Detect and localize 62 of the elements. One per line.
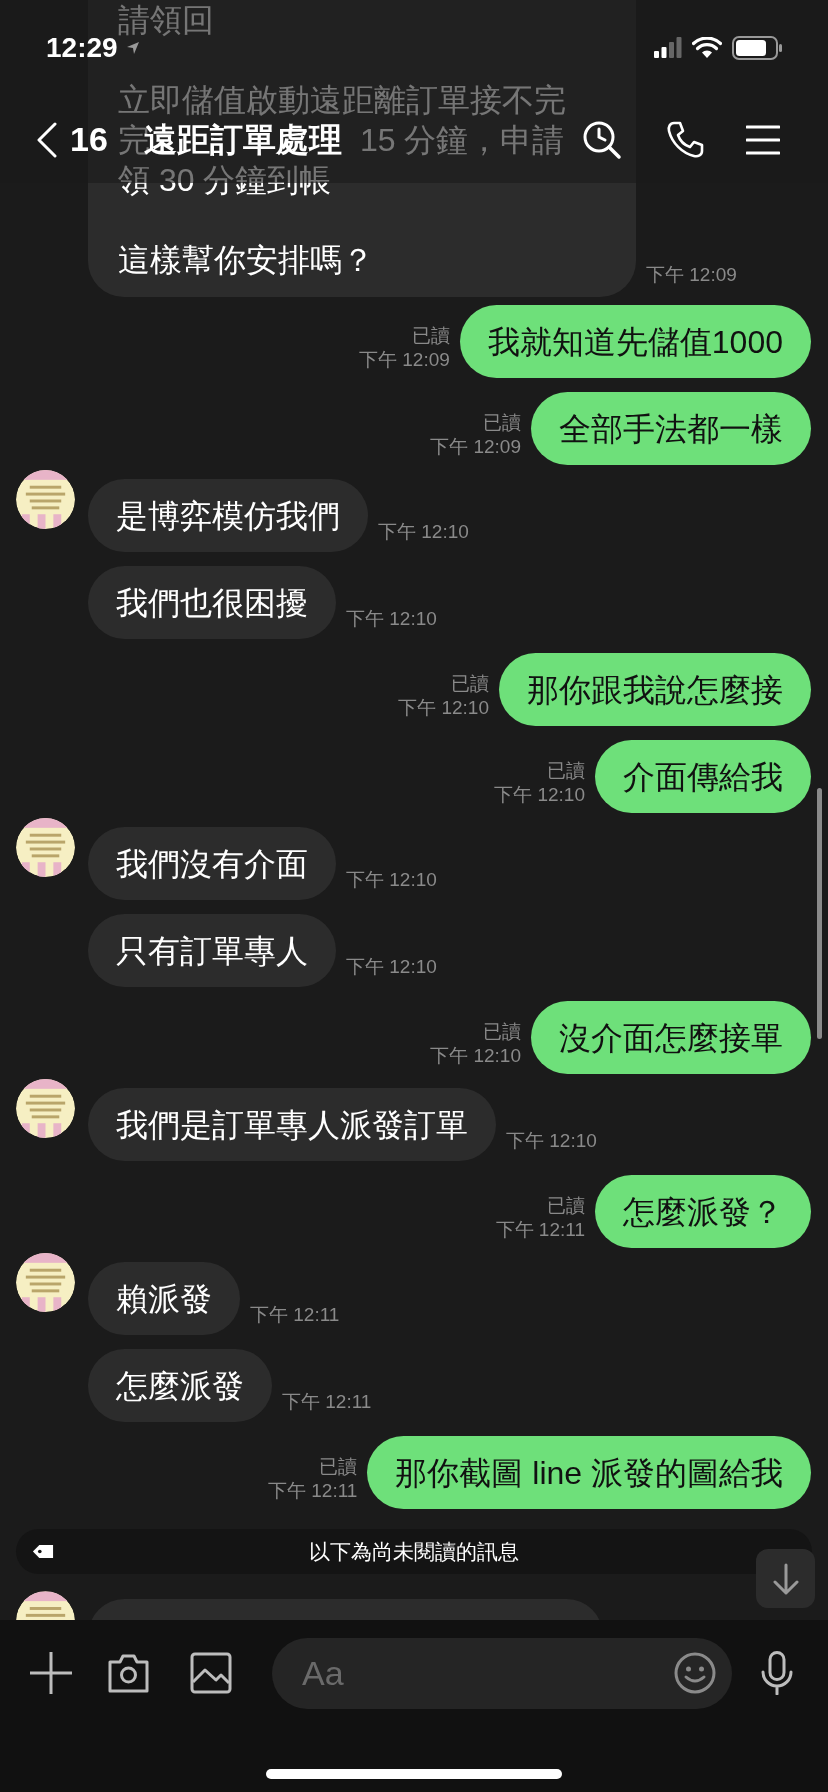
search-icon[interactable]	[582, 119, 622, 160]
menu-icon[interactable]	[746, 124, 780, 155]
emoji-icon[interactable]	[674, 1652, 716, 1694]
message-bubble: 我們沒有介面	[88, 827, 336, 900]
message-time: 下午 12:10	[506, 1129, 597, 1153]
message-time: 下午 12:10	[346, 868, 437, 892]
read-receipt: 已讀	[547, 759, 585, 783]
message-time: 下午 12:10	[430, 1044, 521, 1068]
message-text: 請領回	[118, 1, 214, 40]
image-icon[interactable]	[190, 1652, 232, 1694]
message-time: 下午 12:09	[430, 435, 521, 459]
status-time: 12:29	[46, 31, 118, 65]
message-input[interactable]: Aa	[302, 1647, 674, 1699]
message-time: 下午 12:09	[646, 262, 737, 287]
divider-text: 以下為尚未閱讀的訊息	[309, 1538, 519, 1565]
message-text: 15 分鐘，申請	[360, 121, 565, 160]
microphone-icon[interactable]	[760, 1651, 794, 1695]
message-bubble: 我就知道先儲值1000	[459, 305, 811, 378]
message-time: 下午 12:10	[346, 607, 437, 631]
message-bubble: 我們也很困擾	[88, 566, 336, 639]
message-time: 下午 12:11	[250, 1303, 340, 1327]
message-bubble: 那你截圖 line 派發的圖給我	[367, 1436, 811, 1509]
message-text: 立即儲值啟動遠距離訂單接不完	[118, 81, 566, 120]
message-time: 下午 12:11	[495, 1218, 585, 1242]
read-receipt: 已讀	[411, 324, 450, 348]
signal-icon	[654, 37, 682, 59]
camera-icon[interactable]	[107, 1652, 150, 1694]
read-receipt: 已讀	[483, 411, 521, 435]
message-bubble: 賴派發	[88, 1262, 240, 1335]
tag-icon	[32, 1544, 54, 1559]
message-bubble: 全部手法都一樣	[531, 392, 811, 465]
message-bubble: 那你跟我說怎麼接	[499, 653, 811, 726]
back-button[interactable]: 16	[36, 114, 108, 165]
message-bubble: 怎麼派發	[88, 1349, 272, 1422]
message-text: 這樣幫你安排嗎？	[118, 241, 374, 280]
wifi-icon	[692, 37, 722, 59]
phone-icon[interactable]	[666, 120, 704, 159]
message-time: 下午 12:10	[346, 955, 437, 979]
message-time: 下午 12:11	[282, 1390, 372, 1414]
message-bubble: 怎麼派發？	[595, 1175, 811, 1248]
plus-icon[interactable]	[30, 1652, 72, 1694]
battery-icon	[732, 36, 782, 60]
message-text: 領 30 分鐘到帳	[118, 161, 332, 200]
message-bubble: 只有訂單專人	[88, 914, 336, 987]
message-time: 下午 12:11	[268, 1479, 358, 1503]
message-time: 下午 12:10	[398, 696, 489, 720]
back-icon	[36, 121, 58, 158]
scroll-down-button[interactable]	[756, 1549, 815, 1608]
message-bubble: 沒介面怎麼接單	[531, 1001, 811, 1074]
message-bubble: 我們是訂單專人派發訂單	[88, 1088, 496, 1161]
read-receipt: 已讀	[451, 672, 489, 696]
read-receipt: 已讀	[319, 1455, 358, 1479]
message-field[interactable]: Aa	[272, 1637, 732, 1709]
message-time: 下午 12:09	[359, 348, 450, 372]
message-time: 下午 12:10	[494, 783, 585, 807]
read-receipt: 已讀	[483, 1020, 521, 1044]
read-receipt: 已讀	[547, 1194, 585, 1218]
location-icon	[125, 41, 140, 55]
message-bubble: 是博弈模仿我們	[88, 479, 368, 552]
arrow-down-icon	[771, 1562, 800, 1595]
message-time: 下午 12:10	[378, 520, 469, 544]
message-bubble: 介面傳給我	[595, 740, 811, 813]
